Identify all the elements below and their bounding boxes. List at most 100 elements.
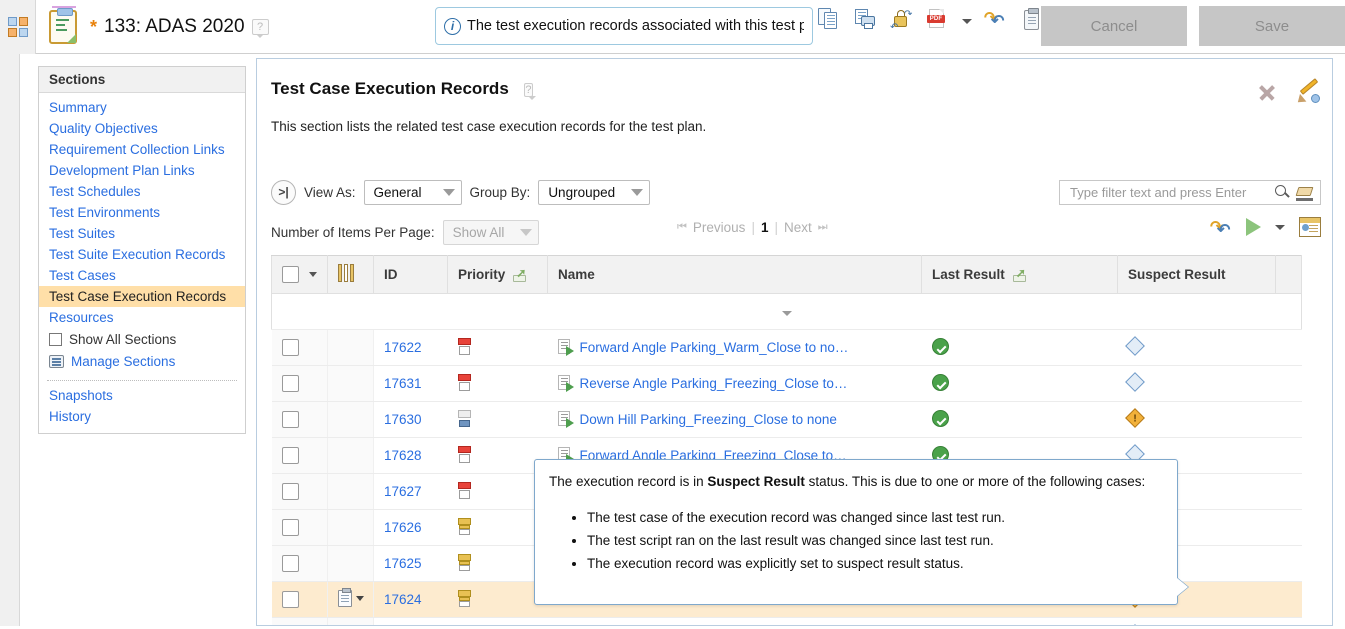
record-name-link[interactable]: Down Hill Parking_Freezing_Close to none bbox=[580, 412, 837, 427]
sort-icon[interactable]: ➚ bbox=[513, 268, 528, 282]
row-id-cell[interactable]: 17622 bbox=[374, 330, 448, 366]
record-id-link[interactable]: 17631 bbox=[384, 376, 422, 391]
sync-icon[interactable]: ↷↶ bbox=[984, 8, 1008, 34]
column-header-last-result[interactable]: Last Result ➚ bbox=[922, 256, 1118, 294]
lock-icon[interactable]: ↷↶ bbox=[890, 8, 914, 34]
items-per-page-select[interactable]: Show All bbox=[443, 220, 539, 245]
sidebar-item-snapshots[interactable]: Snapshots bbox=[39, 385, 245, 406]
sort-icon[interactable]: ➚ bbox=[1013, 268, 1028, 282]
search-icon[interactable] bbox=[1275, 185, 1290, 200]
edit-pencil-icon[interactable] bbox=[1296, 81, 1320, 103]
row-menu-cell[interactable] bbox=[328, 366, 374, 402]
row-select-cell[interactable] bbox=[272, 510, 328, 546]
clear-filter-icon[interactable] bbox=[1296, 185, 1314, 201]
column-header-name[interactable]: Name bbox=[548, 256, 922, 294]
record-name-link[interactable]: Forward Angle Parking_Warm_Close to no… bbox=[580, 340, 849, 355]
row-name-cell[interactable]: Reverse Angle Parking_Freezing_Close to… bbox=[548, 366, 922, 402]
record-id-link[interactable]: 17626 bbox=[384, 520, 422, 535]
search-input[interactable] bbox=[1068, 184, 1269, 201]
row-name-cell[interactable]: Forward Angle Parking_Warm_Close to no… bbox=[548, 330, 922, 366]
table-row[interactable]: 17623 Up Hill Parking_Warm_Close to none bbox=[272, 618, 1302, 626]
row-id-cell[interactable]: 17623 bbox=[374, 618, 448, 626]
row-select-cell[interactable] bbox=[272, 546, 328, 582]
sidebar-item-quality-objectives[interactable]: Quality Objectives bbox=[39, 118, 245, 139]
row-id-cell[interactable]: 17631 bbox=[374, 366, 448, 402]
row-select-cell[interactable] bbox=[272, 402, 328, 438]
row-id-cell[interactable]: 17625 bbox=[374, 546, 448, 582]
sidebar-item-test-schedules[interactable]: Test Schedules bbox=[39, 181, 245, 202]
row-id-cell[interactable]: 17626 bbox=[374, 510, 448, 546]
record-id-link[interactable]: 17627 bbox=[384, 484, 422, 499]
pdf-export-icon[interactable]: PDF bbox=[926, 8, 950, 34]
select-all-checkbox[interactable] bbox=[282, 266, 299, 283]
row-menu-cell[interactable] bbox=[328, 510, 374, 546]
show-all-sections-checkbox[interactable] bbox=[49, 333, 62, 346]
last-page-icon[interactable]: ⏭ bbox=[818, 221, 828, 234]
print-icon[interactable] bbox=[854, 8, 878, 34]
row-menu-cell[interactable] bbox=[328, 582, 374, 618]
column-header-id[interactable]: ID bbox=[374, 256, 448, 294]
row-checkbox[interactable] bbox=[282, 411, 299, 428]
row-select-cell[interactable] bbox=[272, 618, 328, 626]
table-row[interactable]: 17630 Down Hill Parking_Freezing_Close t… bbox=[272, 402, 1302, 438]
chevron-down-icon[interactable] bbox=[309, 272, 317, 277]
row-id-cell[interactable]: 17627 bbox=[374, 474, 448, 510]
sidebar-item-test-cases[interactable]: Test Cases bbox=[39, 265, 245, 286]
row-checkbox[interactable] bbox=[282, 375, 299, 392]
view-as-select[interactable]: General bbox=[364, 180, 462, 205]
record-id-link[interactable]: 17630 bbox=[384, 412, 422, 427]
row-checkbox[interactable] bbox=[282, 519, 299, 536]
sidebar-item-history[interactable]: History bbox=[39, 406, 245, 427]
manage-sections-row[interactable]: Manage Sections bbox=[39, 351, 245, 374]
record-id-link[interactable]: 17624 bbox=[384, 592, 422, 607]
sidebar-item-summary[interactable]: Summary bbox=[39, 97, 245, 118]
current-page-number[interactable]: 1 bbox=[761, 220, 769, 235]
record-id-link[interactable]: 17625 bbox=[384, 556, 422, 571]
table-row[interactable]: 17631 Reverse Angle Parking_Freezing_Clo… bbox=[272, 366, 1302, 402]
row-checkbox[interactable] bbox=[282, 591, 299, 608]
run-icon[interactable] bbox=[1246, 218, 1261, 236]
sidebar-item-test-case-execution-records[interactable]: Test Case Execution Records bbox=[39, 286, 245, 307]
table-row[interactable]: 17622 Forward Angle Parking_Warm_Close t… bbox=[272, 330, 1302, 366]
help-icon[interactable]: ? bbox=[252, 19, 269, 35]
row-select-cell[interactable] bbox=[272, 582, 328, 618]
row-checkbox[interactable] bbox=[282, 555, 299, 572]
refresh-icon[interactable]: ↷↶ bbox=[1210, 217, 1232, 237]
sidebar-item-requirement-collection-links[interactable]: Requirement Collection Links bbox=[39, 139, 245, 160]
row-id-cell[interactable]: 17628 bbox=[374, 438, 448, 474]
next-page-button[interactable]: Next bbox=[784, 220, 812, 235]
row-select-cell[interactable] bbox=[272, 330, 328, 366]
row-menu-cell[interactable] bbox=[328, 330, 374, 366]
row-context-menu-icon[interactable] bbox=[338, 590, 364, 607]
launchpad-button[interactable] bbox=[0, 0, 36, 54]
row-checkbox[interactable] bbox=[282, 447, 299, 464]
show-all-sections-row[interactable]: Show All Sections bbox=[39, 328, 245, 351]
row-checkbox[interactable] bbox=[282, 339, 299, 356]
row-checkbox[interactable] bbox=[282, 483, 299, 500]
column-chooser-header[interactable] bbox=[328, 256, 374, 294]
manage-sections-label[interactable]: Manage Sections bbox=[71, 354, 175, 369]
row-menu-cell[interactable] bbox=[328, 438, 374, 474]
row-select-cell[interactable] bbox=[272, 366, 328, 402]
collapse-panel-button[interactable]: >| bbox=[271, 180, 296, 205]
sidebar-item-test-environments[interactable]: Test Environments bbox=[39, 202, 245, 223]
group-by-select[interactable]: Ungrouped bbox=[538, 180, 650, 205]
first-page-icon[interactable]: ⏮ bbox=[677, 221, 687, 234]
pdf-dropdown-caret-icon[interactable] bbox=[962, 19, 972, 24]
row-menu-cell[interactable] bbox=[328, 546, 374, 582]
previous-page-button[interactable]: Previous bbox=[693, 220, 746, 235]
record-name-link[interactable]: Reverse Angle Parking_Freezing_Close to… bbox=[580, 376, 848, 391]
row-menu-cell[interactable] bbox=[328, 618, 374, 626]
sidebar-item-test-suites[interactable]: Test Suites bbox=[39, 223, 245, 244]
row-menu-cell[interactable] bbox=[328, 402, 374, 438]
save-button[interactable]: Save bbox=[1199, 6, 1345, 46]
cancel-button[interactable]: Cancel bbox=[1041, 6, 1187, 46]
sidebar-item-test-suite-execution-records[interactable]: Test Suite Execution Records bbox=[39, 244, 245, 265]
row-name-cell[interactable]: Down Hill Parking_Freezing_Close to none bbox=[548, 402, 922, 438]
record-id-link[interactable]: 17622 bbox=[384, 340, 422, 355]
report-icon[interactable] bbox=[1299, 217, 1321, 237]
copy-icon[interactable] bbox=[818, 8, 842, 34]
section-help-icon[interactable]: ? bbox=[524, 83, 532, 97]
column-chooser-icon[interactable] bbox=[338, 264, 356, 282]
run-dropdown-caret-icon[interactable] bbox=[1275, 225, 1285, 230]
